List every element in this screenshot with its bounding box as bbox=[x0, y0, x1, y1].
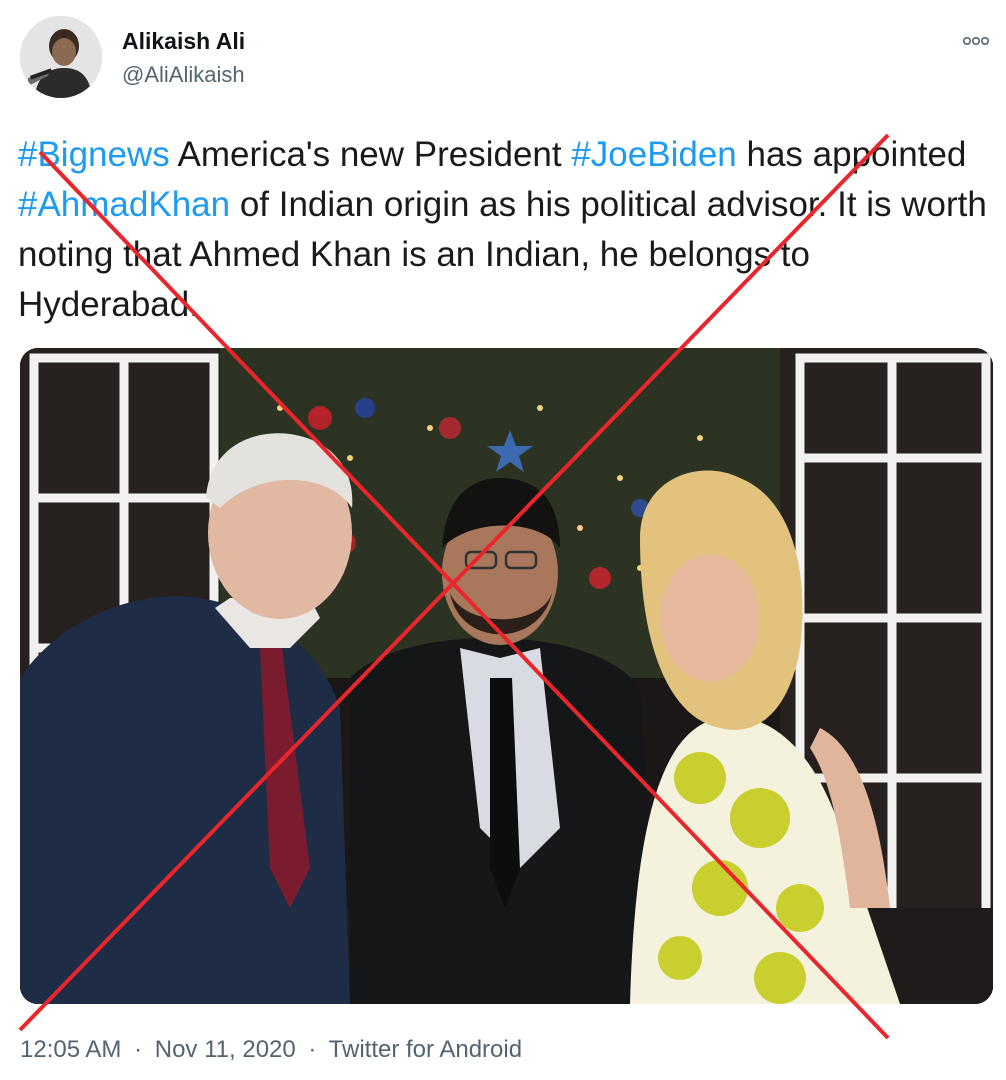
user-avatar-icon bbox=[20, 16, 102, 98]
avatar[interactable] bbox=[20, 16, 102, 98]
more-options-icon[interactable] bbox=[960, 28, 992, 54]
meta-separator: · bbox=[134, 1036, 143, 1063]
tweet-text-segment: America's new President bbox=[169, 135, 572, 174]
tweet-time[interactable]: 12:05 AM bbox=[20, 1036, 121, 1063]
tweet-text: #Bignews America's new President #JoeBid… bbox=[18, 130, 993, 330]
author-display-name[interactable]: Alikaish Ali bbox=[122, 28, 245, 55]
tweet-date[interactable]: Nov 11, 2020 bbox=[155, 1036, 296, 1063]
hashtag-joebiden[interactable]: #JoeBiden bbox=[571, 135, 736, 174]
photo-image bbox=[20, 348, 993, 1004]
tweet-text-segment: has appointed bbox=[736, 135, 967, 174]
hashtag-bignews[interactable]: #Bignews bbox=[18, 135, 170, 174]
tweet-source[interactable]: Twitter for Android bbox=[329, 1036, 522, 1063]
hashtag-ahmadkhan[interactable]: #AhmadKhan bbox=[18, 185, 230, 224]
meta-separator: · bbox=[308, 1036, 317, 1063]
tweet-photo[interactable] bbox=[20, 348, 993, 1004]
author-handle[interactable]: @AliAlikaish bbox=[122, 62, 245, 88]
tweet-meta: 12:05 AM · Nov 11, 2020 · Twitter for An… bbox=[20, 1036, 522, 1064]
